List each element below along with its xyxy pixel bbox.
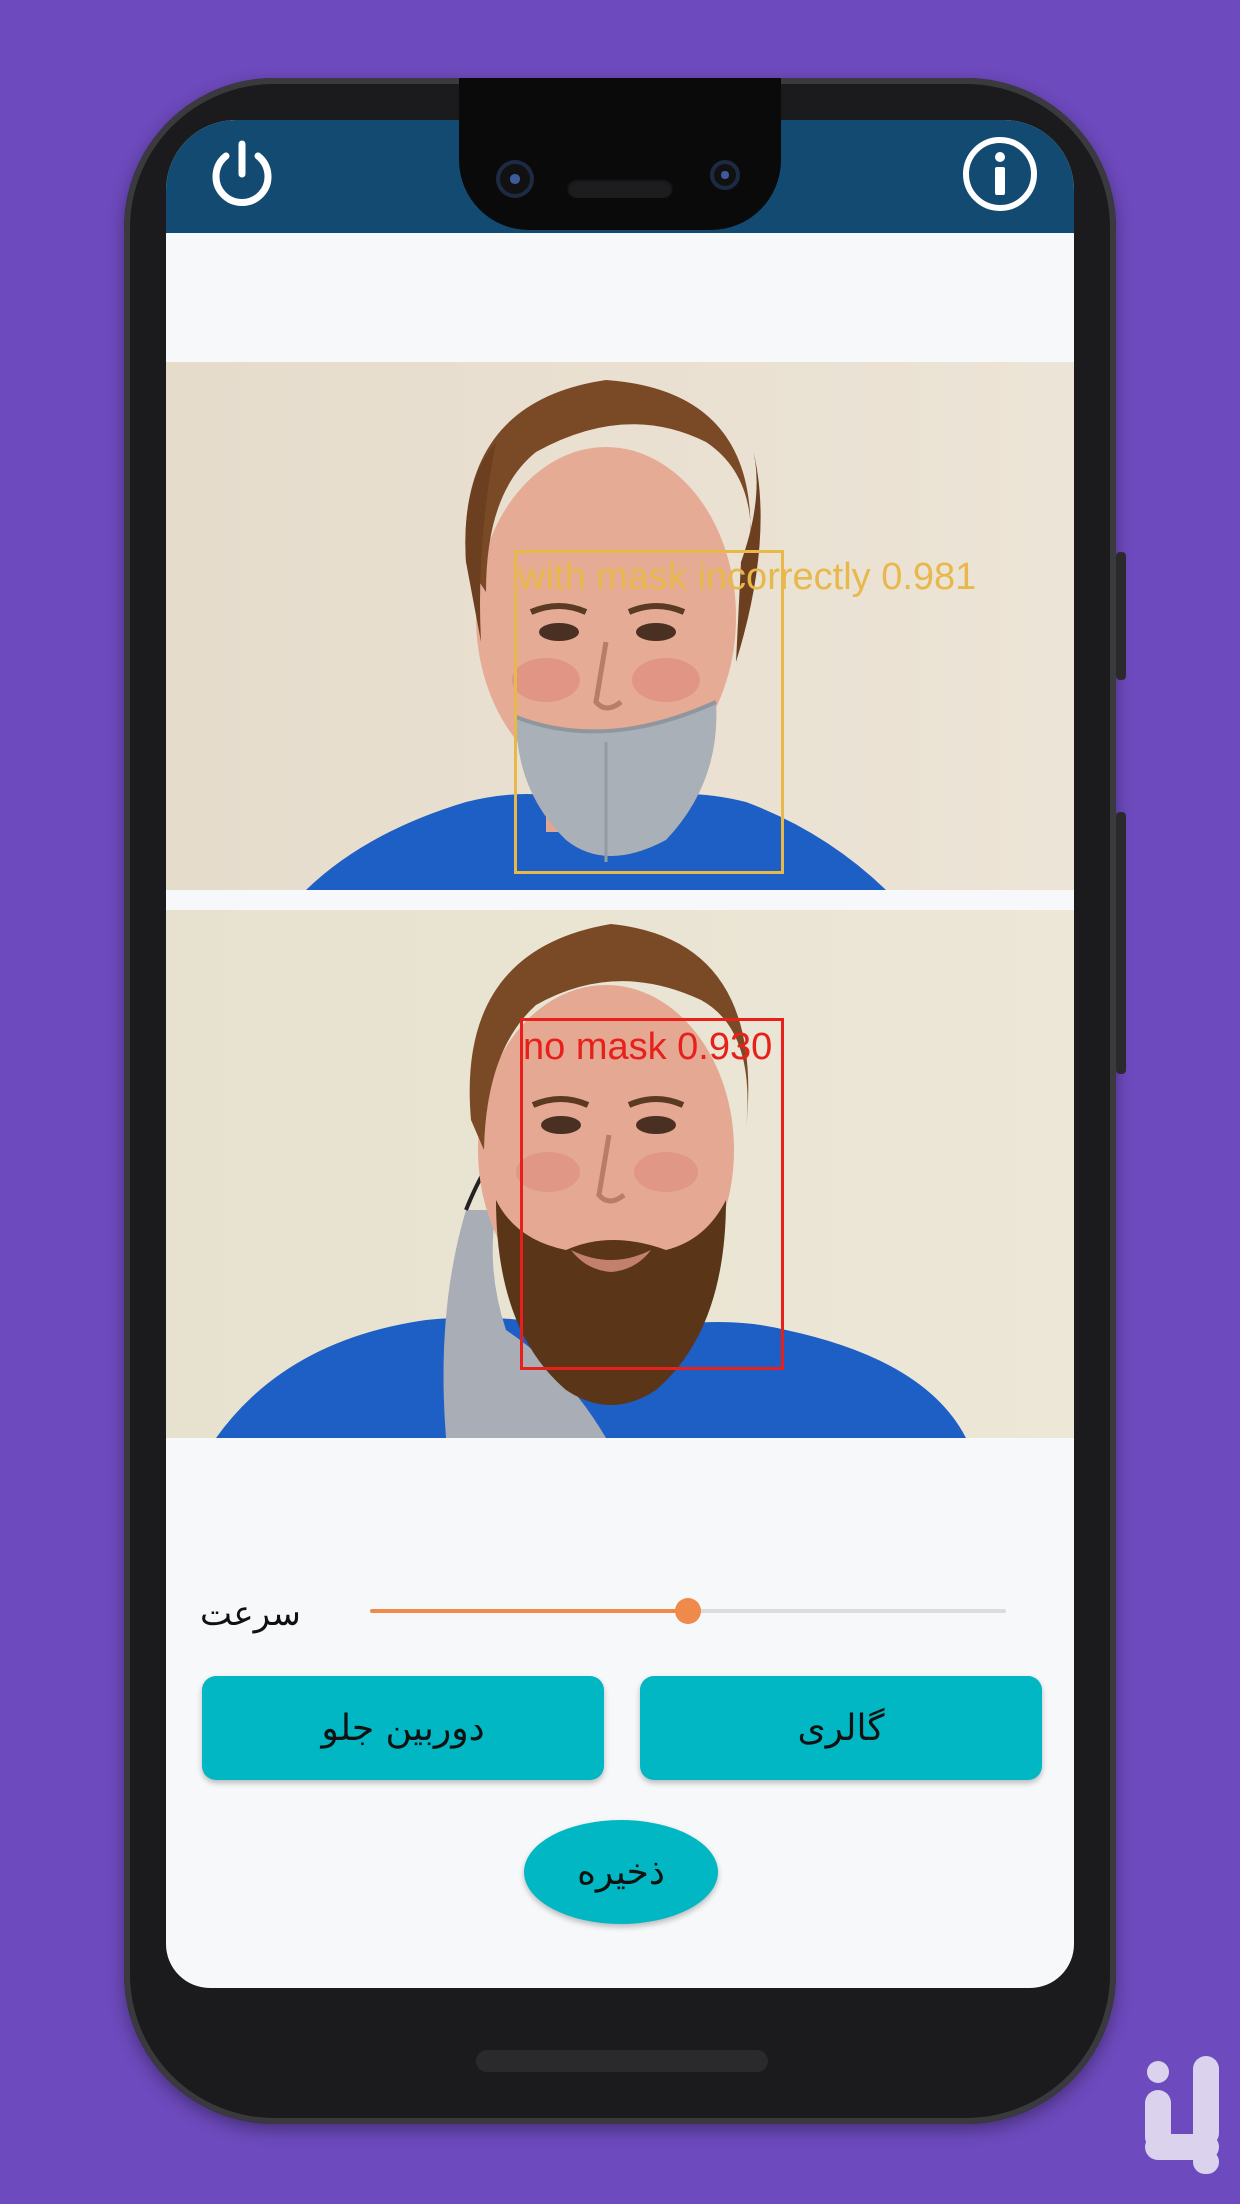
speed-slider-thumb[interactable] [675, 1598, 701, 1624]
info-icon[interactable] [960, 134, 1040, 214]
phone-volume-button [1116, 812, 1126, 1074]
detection-image-mask-incorrect: with mask incorrectly 0.981 [166, 362, 1074, 890]
save-button[interactable]: ذخیره [524, 1820, 718, 1924]
gallery-button[interactable]: گالری [640, 1676, 1042, 1780]
phone-side-button [1116, 552, 1126, 680]
camera-notch [459, 78, 781, 230]
front-sensor [710, 160, 740, 190]
app-screen: with mask incorrectly 0.981 no mask 0.93… [166, 120, 1074, 1988]
phone-chin-speaker [476, 2050, 768, 2072]
speed-label: سرعت [200, 1594, 301, 1634]
detection-box-no-mask [520, 1018, 784, 1370]
bazaar-logo-icon [1135, 2050, 1231, 2176]
detection-label-mask-incorrect: with mask incorrectly 0.981 [518, 556, 977, 598]
detection-image-no-mask: no mask 0.930 [166, 910, 1074, 1438]
speed-slider-fill [370, 1609, 688, 1613]
detection-label-no-mask: no mask 0.930 [523, 1026, 773, 1068]
earpiece-speaker [567, 178, 673, 198]
speed-slider[interactable] [370, 1596, 1006, 1626]
front-camera-lens [496, 160, 534, 198]
detection-box-mask-incorrect [514, 550, 784, 874]
power-icon[interactable] [202, 134, 282, 214]
front-camera-button[interactable]: دوربین جلو [202, 1676, 604, 1780]
